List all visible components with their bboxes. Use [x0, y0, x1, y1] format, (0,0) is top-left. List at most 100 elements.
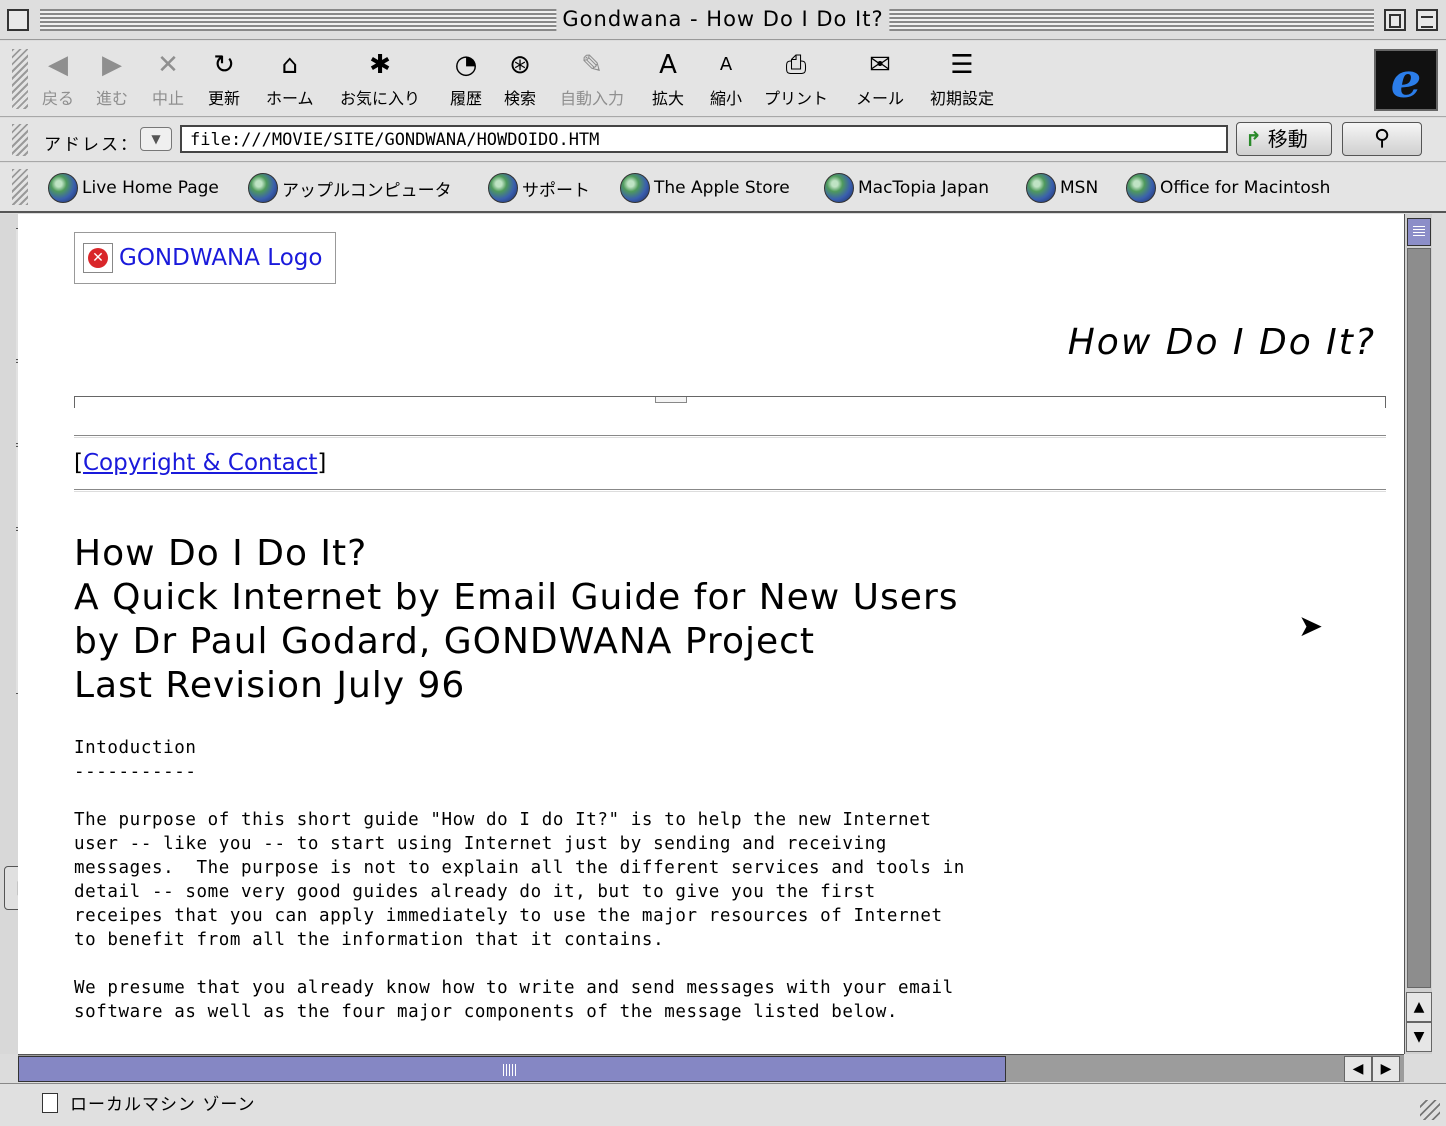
address-history-dropdown[interactable]: ▼	[140, 127, 172, 151]
go-button[interactable]: ↱ 移動	[1236, 122, 1332, 156]
mouse-cursor-icon: ➤	[1298, 609, 1324, 644]
favorite-link-label: Office for Macintosh	[1160, 178, 1331, 198]
address-input[interactable]: file:///MOVIE/SITE/GONDWANA/HOWDOIDO.HTM	[180, 125, 1228, 153]
go-button-label: 移動	[1267, 127, 1308, 151]
favorite-link-label: Live Home Page	[82, 178, 219, 198]
globe-icon	[488, 173, 518, 203]
text-smaller-icon: A	[719, 54, 733, 75]
close-box[interactable]	[7, 9, 29, 31]
security-zone: ローカルマシン ゾーン	[42, 1090, 256, 1115]
favorites-folder-icon: ✱	[369, 50, 391, 80]
favorite-link-label: サポート	[522, 180, 590, 201]
toolbar-button[interactable]: ⎙ プリント	[764, 49, 828, 109]
page-title: How Do I Do It?	[1067, 322, 1376, 363]
broken-image-icon: ✕	[83, 243, 113, 273]
magnifier-icon: ⚲	[1373, 126, 1391, 151]
favorite-link-label: MSN	[1060, 178, 1099, 198]
toolbar-button[interactable]: ✎ 自動入力	[560, 49, 624, 109]
text-larger-icon: A	[659, 50, 677, 80]
preferences-icon: ☰	[950, 50, 974, 80]
forward-arrow-icon: ▶	[102, 50, 122, 80]
toolbar-button[interactable]: ▶ 進む	[96, 49, 128, 109]
toolbar-button-label: 縮小	[710, 89, 743, 108]
favorites-bar: Live Home Page アップルコンピュータ サポート The Apple St…	[0, 163, 1446, 213]
toolbar-button-label: 更新	[208, 89, 241, 108]
favorite-link[interactable]: アップルコンピュータ	[248, 173, 452, 203]
resize-grip[interactable]	[1420, 1100, 1440, 1120]
toolbar-button[interactable]: ↻ 更新	[208, 49, 240, 109]
toolbar-button[interactable]: ⌂ ホーム	[266, 49, 314, 109]
refresh-icon: ↻	[213, 50, 235, 80]
scroll-up-arrow[interactable]: ▲	[1406, 992, 1432, 1022]
address-bar: アドレス： ▼ file:///MOVIE/SITE/GONDWANA/HOWD…	[0, 118, 1446, 162]
horizontal-scroll-thumb[interactable]	[18, 1056, 1006, 1082]
globe-icon	[48, 173, 78, 203]
history-icon: ◔	[454, 50, 478, 80]
frame-divider-handle[interactable]	[655, 397, 687, 403]
window-title: Gondwana - How Do I Do It?	[556, 7, 890, 31]
toolbar-button[interactable]: ⊛ 検索	[504, 49, 536, 109]
favorite-link-label: The Apple Store	[654, 178, 790, 198]
toolbar-button-label: 拡大	[652, 89, 685, 108]
horizontal-scrollbar[interactable]: ◀ ▶	[18, 1054, 1404, 1082]
copyright-contact-link[interactable]: Copyright & Contact	[83, 450, 317, 476]
autofill-icon: ✎	[581, 50, 603, 80]
favorites-bar-grip[interactable]	[12, 169, 28, 205]
toolbar-button-label: 自動入力	[560, 89, 625, 108]
internet-explorer-logo-icon[interactable]: e	[1374, 49, 1438, 111]
intro-title: Intoduction	[74, 738, 197, 758]
globe-icon	[1126, 173, 1156, 203]
favorite-link[interactable]: MSN	[1026, 173, 1098, 203]
horizontal-rule	[74, 489, 1386, 492]
heading-line: A Quick Internet by Email Guide for New …	[74, 577, 959, 618]
toolbar-button[interactable]: ✱ お気に入り	[340, 49, 420, 109]
search-options-button[interactable]: ⚲	[1342, 122, 1422, 156]
print-icon: ⎙	[785, 50, 807, 80]
toolbar-button-label: お気に入り	[340, 89, 421, 108]
zoom-box[interactable]	[1384, 9, 1406, 31]
favorite-link[interactable]: The Apple Store	[620, 173, 790, 203]
favorite-link-label: アップルコンピュータ	[282, 180, 452, 201]
scroll-right-arrow[interactable]: ▶	[1372, 1056, 1400, 1082]
favorite-link[interactable]: Live Home Page	[48, 173, 219, 203]
address-label: アドレス：	[44, 135, 139, 155]
frame-divider[interactable]	[74, 396, 1386, 408]
favorite-link[interactable]: MacTopia Japan	[824, 173, 989, 203]
heading-line: How Do I Do It?	[74, 533, 368, 574]
toolbar-button[interactable]: ☰ 初期設定	[930, 49, 994, 109]
intro-paragraph-2: We presume that you already know how to …	[74, 978, 954, 1022]
favorite-link[interactable]: サポート	[488, 173, 590, 203]
toolbar-button-label: 戻る	[42, 89, 75, 108]
go-arrow-icon: ↱	[1245, 127, 1262, 151]
heading-line: by Dr Paul Godard, GONDWANA Project	[74, 621, 816, 662]
globe-icon	[248, 173, 278, 203]
toolbar-button[interactable]: ✉ メール	[856, 49, 904, 109]
heading-line: Last Revision July 96	[74, 665, 466, 706]
toolbar-button[interactable]: ◔ 履歴	[450, 49, 482, 109]
scroll-down-arrow[interactable]: ▼	[1406, 1022, 1432, 1052]
main-heading: How Do I Do It? A Quick Internet by Emai…	[74, 532, 959, 708]
address-bar-grip[interactable]	[12, 124, 28, 156]
status-bar: ローカルマシン ゾーン	[0, 1083, 1446, 1126]
favorite-link[interactable]: Office for Macintosh	[1126, 173, 1330, 203]
logo-image-placeholder[interactable]: ✕ GONDWANA Logo	[74, 232, 336, 284]
copyright-line: [Copyright & Contact]	[74, 450, 327, 476]
toolbar-button[interactable]: ◀ 戻る	[42, 49, 74, 109]
toolbar-button[interactable]: A 拡大	[652, 49, 684, 109]
toolbar-grip[interactable]	[12, 49, 28, 109]
toolbar-button-label: 履歴	[450, 89, 483, 108]
collapse-box[interactable]	[1416, 9, 1438, 31]
page-content: ✕ GONDWANA Logo How Do I Do It? [Copyrig…	[18, 214, 1404, 1054]
vertical-scroll-track[interactable]	[1407, 248, 1431, 988]
toolbar-button-label: プリント	[764, 89, 829, 108]
vertical-scrollbar[interactable]: ▲ ▼	[1404, 214, 1432, 1054]
mail-icon: ✉	[869, 50, 891, 80]
toolbar-button-label: 進む	[96, 89, 129, 108]
window-title-bar[interactable]: Gondwana - How Do I Do It?	[0, 0, 1446, 40]
toolbar-button[interactable]: A 縮小	[710, 49, 742, 109]
globe-icon	[1026, 173, 1056, 203]
vertical-scroll-thumb[interactable]	[1407, 218, 1431, 246]
stop-icon: ✕	[157, 50, 179, 80]
toolbar-button[interactable]: ✕ 中止	[152, 49, 184, 109]
scroll-left-arrow[interactable]: ◀	[1344, 1056, 1372, 1082]
